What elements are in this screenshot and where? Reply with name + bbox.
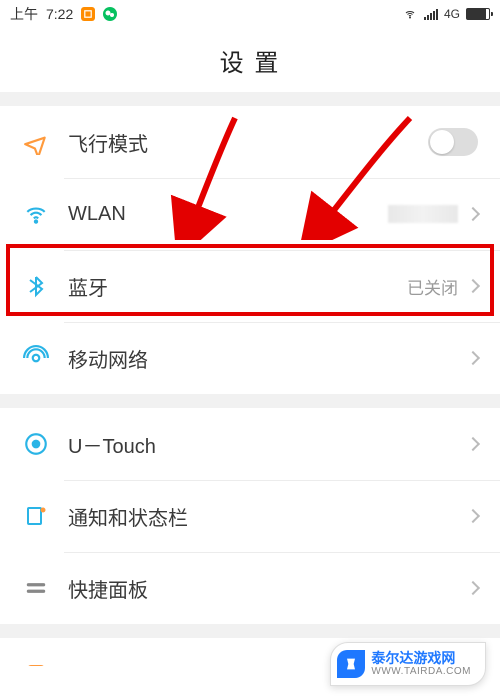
wlan-icon	[22, 200, 50, 228]
chevron-right-icon	[466, 279, 480, 293]
unknown-icon	[22, 660, 50, 666]
watermark-logo-icon	[337, 650, 365, 678]
bluetooth-icon	[22, 272, 50, 300]
page-title: 设 置	[0, 28, 500, 92]
row-mobile-network[interactable]: 移动网络	[0, 322, 500, 394]
watermark-url: WWW.TAIRDA.COM	[371, 666, 471, 677]
chevron-right-icon	[466, 207, 480, 221]
time: 7:22	[46, 6, 73, 22]
watermark-brand: 泰尔达游戏网	[371, 651, 471, 666]
network-label: 4G	[444, 7, 460, 21]
time-prefix: 上午	[10, 4, 38, 24]
status-right: 4G	[402, 7, 490, 21]
row-label: 通知和状态栏	[68, 502, 468, 531]
bluetooth-status: 已关闭	[407, 274, 458, 299]
row-label: 移动网络	[68, 344, 468, 373]
chevron-right-icon	[466, 351, 480, 365]
row-wlan[interactable]: WLAN	[0, 178, 500, 250]
chevron-right-icon	[466, 581, 480, 595]
row-notifications[interactable]: 通知和状态栏	[0, 480, 500, 552]
row-bluetooth[interactable]: 蓝牙 已关闭	[0, 250, 500, 322]
utouch-icon	[22, 430, 50, 458]
status-bar: 上午 7:22 4G	[0, 0, 500, 28]
quickpanel-icon	[22, 574, 50, 602]
row-label: WLAN	[68, 203, 388, 226]
chevron-right-icon	[466, 437, 480, 451]
app-badge-icon	[81, 7, 95, 21]
row-label: 飞行模式	[68, 128, 428, 157]
watermark: 泰尔达游戏网 WWW.TAIRDA.COM	[330, 642, 486, 686]
row-utouch[interactable]: U－Touch	[0, 408, 500, 480]
status-left: 上午 7:22	[10, 4, 117, 24]
row-label: 快捷面板	[68, 574, 468, 603]
group-separator	[0, 92, 500, 106]
wechat-icon	[103, 7, 117, 21]
notification-icon	[22, 502, 50, 530]
row-quick-panel[interactable]: 快捷面板	[0, 552, 500, 624]
row-label: 蓝牙	[68, 272, 407, 301]
chevron-right-icon	[466, 509, 480, 523]
airplane-toggle[interactable]	[428, 128, 478, 156]
wlan-value-blurred	[388, 205, 458, 223]
signal-bars-icon	[424, 8, 438, 20]
row-airplane-mode[interactable]: 飞行模式	[0, 106, 500, 178]
mobile-data-icon	[22, 344, 50, 372]
row-label: U－Touch	[68, 430, 468, 459]
battery-icon	[466, 8, 490, 20]
group-separator	[0, 624, 500, 638]
settings-group-system: U－Touch 通知和状态栏 快捷面板	[0, 408, 500, 624]
group-separator	[0, 394, 500, 408]
airplane-icon	[22, 128, 50, 156]
wifi-status-icon	[402, 8, 418, 20]
settings-group-connectivity: 飞行模式 WLAN 蓝牙 已关闭 移动网络	[0, 106, 500, 394]
